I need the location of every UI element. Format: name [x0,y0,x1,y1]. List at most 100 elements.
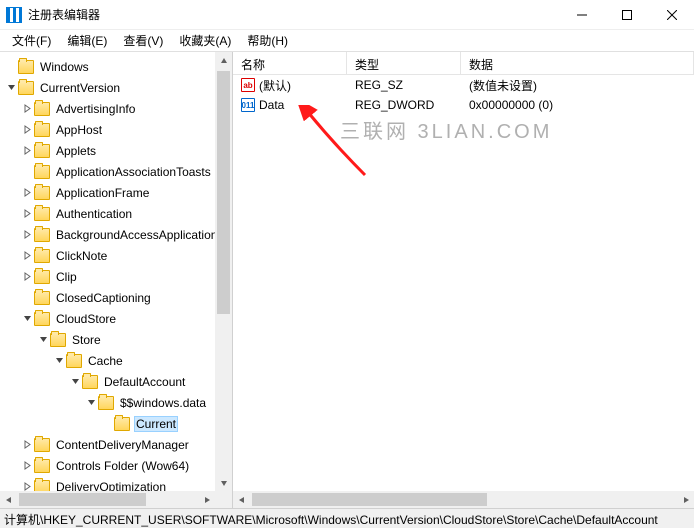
folder-icon [18,60,34,74]
tree-item[interactable]: $$windows.data [0,392,232,413]
value-data: (数值未设置) [461,77,694,94]
folder-icon [50,333,66,347]
expander-none [4,60,18,74]
expander-closed-icon[interactable] [20,144,34,158]
tree-item[interactable]: ApplicationAssociationToasts [0,161,232,182]
tree-item[interactable]: Clip [0,266,232,287]
expander-open-icon[interactable] [4,81,18,95]
value-type: REG_DWORD [347,98,461,112]
tree-item[interactable]: Authentication [0,203,232,224]
statusbar-path: 计算机\HKEY_CURRENT_USER\SOFTWARE\Microsoft… [4,513,658,527]
value-data: 0x00000000 (0) [461,98,694,112]
tree-item-label: ApplicationAssociationToasts [54,164,213,180]
folder-icon [18,81,34,95]
expander-closed-icon[interactable] [20,186,34,200]
list-horizontal-scrollbar[interactable] [233,491,694,508]
tree-item-label: CloudStore [54,311,118,327]
expander-closed-icon[interactable] [20,270,34,284]
folder-icon [34,459,50,473]
tree-item-label: $$windows.data [118,395,208,411]
value-name: Data [259,98,284,112]
list-body[interactable]: ab(默认)REG_SZ(数值未设置)011DataREG_DWORD0x000… [233,75,694,508]
tree-item-label: ClosedCaptioning [54,290,153,306]
folder-icon [114,417,130,431]
expander-closed-icon[interactable] [20,249,34,263]
tree-item-label: DefaultAccount [102,374,187,390]
expander-closed-icon[interactable] [20,459,34,473]
folder-icon [34,207,50,221]
folder-icon [66,354,82,368]
tree-item-label: Clip [54,269,79,285]
folder-icon [34,312,50,326]
tree-horizontal-scrollbar[interactable] [0,491,215,508]
tree-item-label: Current [134,416,178,432]
tree-pane: Windows CurrentVersion AdvertisingInfo AppH… [0,52,233,508]
tree-item[interactable]: Store [0,329,232,350]
menu-view[interactable]: 查看(V) [115,30,171,51]
menubar: 文件(F) 编辑(E) 查看(V) 收藏夹(A) 帮助(H) [0,30,694,52]
reg-string-icon: ab [241,78,255,92]
menu-favorites[interactable]: 收藏夹(A) [171,30,239,51]
list-pane: 名称 类型 数据 ab(默认)REG_SZ(数值未设置)011DataREG_D… [233,52,694,508]
minimize-button[interactable] [559,0,604,30]
close-button[interactable] [649,0,694,30]
tree-item[interactable]: ContentDeliveryManager [0,434,232,455]
expander-open-icon[interactable] [20,312,34,326]
folder-icon [34,249,50,263]
expander-none [100,417,114,431]
tree-item[interactable]: AppHost [0,119,232,140]
tree-item-label: Windows [38,59,91,75]
tree-item[interactable]: Cache [0,350,232,371]
tree-item-label: ClickNote [54,248,109,264]
expander-closed-icon[interactable] [20,102,34,116]
expander-closed-icon[interactable] [20,123,34,137]
menu-help[interactable]: 帮助(H) [239,30,296,51]
tree-item[interactable]: CurrentVersion [0,77,232,98]
expander-open-icon[interactable] [36,333,50,347]
tree-item-label: ApplicationFrame [54,185,151,201]
tree-item[interactable]: CloudStore [0,308,232,329]
tree-item[interactable]: Current [0,413,232,434]
expander-open-icon[interactable] [84,396,98,410]
maximize-button[interactable] [604,0,649,30]
window-controls [559,0,694,30]
tree-vertical-scrollbar[interactable] [215,52,232,491]
tree-item-label: Store [70,332,103,348]
tree-item[interactable]: ApplicationFrame [0,182,232,203]
folder-icon [34,165,50,179]
list-row[interactable]: 011DataREG_DWORD0x00000000 (0) [233,95,694,115]
registry-tree[interactable]: Windows CurrentVersion AdvertisingInfo AppH… [0,52,232,508]
column-header-name[interactable]: 名称 [233,52,347,74]
tree-item[interactable]: ClickNote [0,245,232,266]
menu-file[interactable]: 文件(F) [4,30,59,51]
tree-item[interactable]: Controls Folder (Wow64) [0,455,232,476]
tree-item-label: CurrentVersion [38,80,122,96]
column-header-data[interactable]: 数据 [461,52,694,74]
menu-edit[interactable]: 编辑(E) [59,30,115,51]
tree-item[interactable]: Applets [0,140,232,161]
tree-item-label: Authentication [54,206,134,222]
titlebar: 注册表编辑器 [0,0,694,30]
folder-icon [82,375,98,389]
expander-open-icon[interactable] [68,375,82,389]
app-icon [6,7,22,23]
value-type: REG_SZ [347,78,461,92]
expander-open-icon[interactable] [52,354,66,368]
folder-icon [34,102,50,116]
expander-closed-icon[interactable] [20,207,34,221]
tree-item[interactable]: AdvertisingInfo [0,98,232,119]
tree-item[interactable]: ClosedCaptioning [0,287,232,308]
expander-none [20,165,34,179]
tree-item[interactable]: BackgroundAccessApplications [0,224,232,245]
list-row[interactable]: ab(默认)REG_SZ(数值未设置) [233,75,694,95]
expander-none [20,291,34,305]
tree-item-label: AdvertisingInfo [54,101,137,117]
folder-icon [34,186,50,200]
expander-closed-icon[interactable] [20,228,34,242]
tree-item-label: ContentDeliveryManager [54,437,191,453]
column-header-type[interactable]: 类型 [347,52,461,74]
expander-closed-icon[interactable] [20,438,34,452]
tree-item[interactable]: Windows [0,56,232,77]
folder-icon [34,123,50,137]
tree-item[interactable]: DefaultAccount [0,371,232,392]
